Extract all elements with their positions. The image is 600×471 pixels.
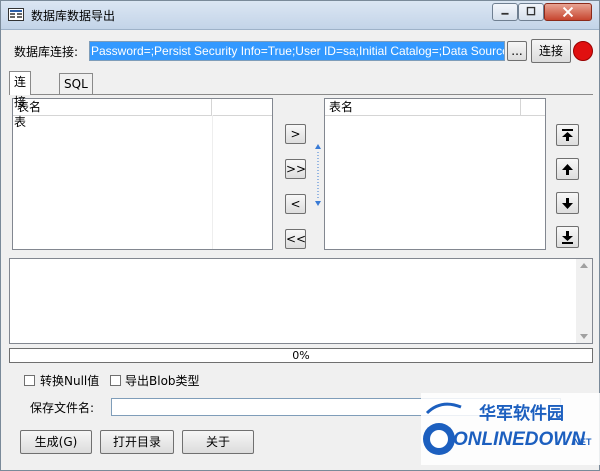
move-bottom-icon <box>562 231 573 244</box>
title-bar: 数据库数据导出 <box>1 1 599 30</box>
move-down-icon <box>562 198 573 209</box>
null-convert-checkbox[interactable] <box>24 375 35 386</box>
source-col-header-name[interactable]: 表名 <box>13 99 212 115</box>
move-top-icon <box>562 129 573 141</box>
watermark-suffix: .NET <box>571 437 592 447</box>
app-icon <box>8 8 24 21</box>
browse-button[interactable]: ... <box>507 41 527 61</box>
generate-button[interactable]: 生成(G) <box>20 430 92 454</box>
minimize-button[interactable] <box>492 3 518 21</box>
source-table-list[interactable]: 表名 <box>12 98 273 250</box>
maximize-button[interactable] <box>518 3 544 21</box>
progress-text: 0% <box>292 349 310 362</box>
export-progress-bar: 0% <box>9 348 593 363</box>
column-divider <box>212 115 213 249</box>
connection-string-value: Password=;Persist Security Info=True;Use… <box>90 42 504 60</box>
blob-export-checkbox[interactable] <box>110 375 121 386</box>
main-window: 数据库数据导出 数据库连接: Password=;Persist Securit… <box>0 0 600 471</box>
selected-table-list[interactable]: 表名 <box>324 98 546 250</box>
tab-sql-statement[interactable]: SQL语句 <box>59 73 93 131</box>
move-up-button[interactable] <box>556 158 579 180</box>
connection-status-indicator <box>573 41 593 61</box>
open-directory-button[interactable]: 打开目录 <box>100 430 174 454</box>
connection-label: 数据库连接: <box>14 45 79 59</box>
close-button[interactable] <box>544 3 592 21</box>
scroll-up-icon <box>580 263 588 268</box>
about-button[interactable]: 关于 <box>182 430 254 454</box>
connect-button[interactable]: 连接 <box>531 39 571 63</box>
remove-all-button[interactable]: << <box>285 229 306 249</box>
source-list-header: 表名 <box>13 99 272 116</box>
watermark-logo: 华军软件园 ONLINEDOWN .NET <box>421 393 600 465</box>
selected-col-header-name[interactable]: 表名 <box>325 99 521 115</box>
add-one-button[interactable]: > <box>285 124 306 144</box>
null-convert-label: 转换Null值 <box>40 374 100 388</box>
splitter-handle[interactable] <box>315 144 321 206</box>
remove-one-button[interactable]: < <box>285 194 306 214</box>
log-scrollbar[interactable] <box>576 259 592 343</box>
log-output-area[interactable] <box>9 258 593 344</box>
window-title: 数据库数据导出 <box>31 9 116 23</box>
watermark-title: 华军软件园 <box>479 404 564 424</box>
move-top-button[interactable] <box>556 124 579 146</box>
move-down-button[interactable] <box>556 192 579 214</box>
save-filename-label: 保存文件名: <box>30 401 95 415</box>
tab-connect-tables[interactable]: 连接表 <box>9 71 32 129</box>
add-all-button[interactable]: >> <box>285 159 306 179</box>
connection-string-input[interactable]: Password=;Persist Security Info=True;Use… <box>89 41 505 61</box>
selected-list-header: 表名 <box>325 99 545 116</box>
scroll-down-icon <box>580 334 588 339</box>
move-up-icon <box>562 164 573 175</box>
blob-export-label: 导出Blob类型 <box>125 374 200 388</box>
move-bottom-button[interactable] <box>556 226 579 248</box>
watermark-brand: ONLINEDOWN <box>453 429 585 450</box>
